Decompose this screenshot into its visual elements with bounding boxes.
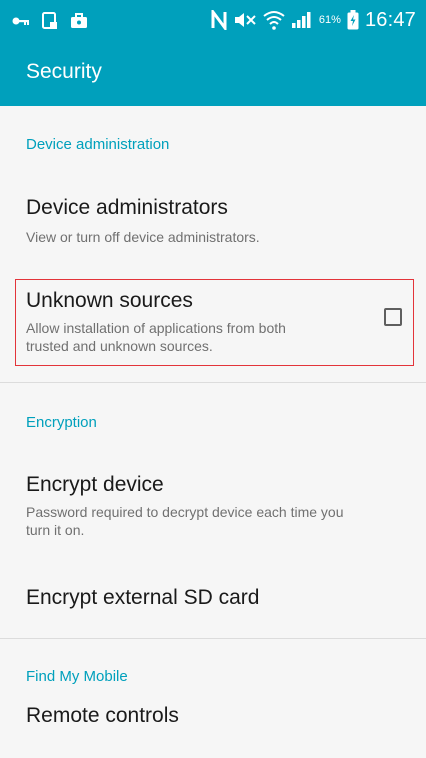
page-title: Security [26, 60, 102, 83]
status-clock: 16:47 [364, 8, 416, 31]
remote-controls-title: Remote controls [26, 704, 179, 727]
mute-icon [233, 11, 257, 29]
section-header-device-administration: Device administration [26, 136, 170, 153]
key-icon [12, 15, 30, 27]
encrypt-device-item[interactable]: Encrypt device Password required to decr… [0, 456, 426, 556]
unknown-sources-checkbox[interactable] [384, 308, 402, 326]
unknown-sources-subtitle-line2: trusted and unknown sources. [26, 338, 213, 354]
unknown-sources-subtitle: Allow installation of applications from … [26, 319, 371, 355]
unknown-sources-subtitle-line1: Allow installation of applications from … [26, 320, 286, 336]
settings-list: Device administration Device administrat… [0, 106, 426, 758]
device-administrators-subtitle: View or turn off device administrators. [26, 229, 260, 245]
encrypt-sd-card-item[interactable]: Encrypt external SD card [0, 566, 426, 636]
nfc-icon [211, 10, 227, 30]
wifi-icon [263, 10, 285, 30]
screenshot-icon [42, 12, 58, 30]
encrypt-device-subtitle-line1: Password required to decrypt device each… [26, 504, 344, 520]
divider [0, 638, 426, 639]
device-administrators-item[interactable]: Device administrators View or turn off d… [0, 178, 426, 258]
app-bar: Security [0, 40, 426, 106]
section-header-encryption: Encryption [26, 414, 97, 431]
battery-icon [347, 10, 359, 30]
status-icons-right: 61% 16:47 [211, 8, 416, 32]
status-bar: 61% 16:47 [0, 0, 426, 40]
unknown-sources-item[interactable]: Unknown sources Allow installation of ap… [0, 276, 426, 369]
encrypt-device-subtitle: Password required to decrypt device each… [26, 503, 406, 539]
divider [0, 382, 426, 383]
encrypt-device-subtitle-line2: turn it on. [26, 522, 85, 538]
encrypt-sd-card-title: Encrypt external SD card [26, 586, 260, 609]
device-administrators-title: Device administrators [26, 196, 228, 219]
signal-icon [291, 11, 313, 29]
battery-percent: 61% [318, 14, 341, 26]
encrypt-device-title: Encrypt device [26, 473, 164, 496]
briefcase-icon [70, 13, 88, 29]
unknown-sources-title: Unknown sources [26, 289, 193, 312]
remote-controls-item[interactable]: Remote controls [0, 702, 426, 758]
section-header-find-my-mobile: Find My Mobile [26, 668, 128, 685]
status-icons-left [12, 10, 88, 32]
